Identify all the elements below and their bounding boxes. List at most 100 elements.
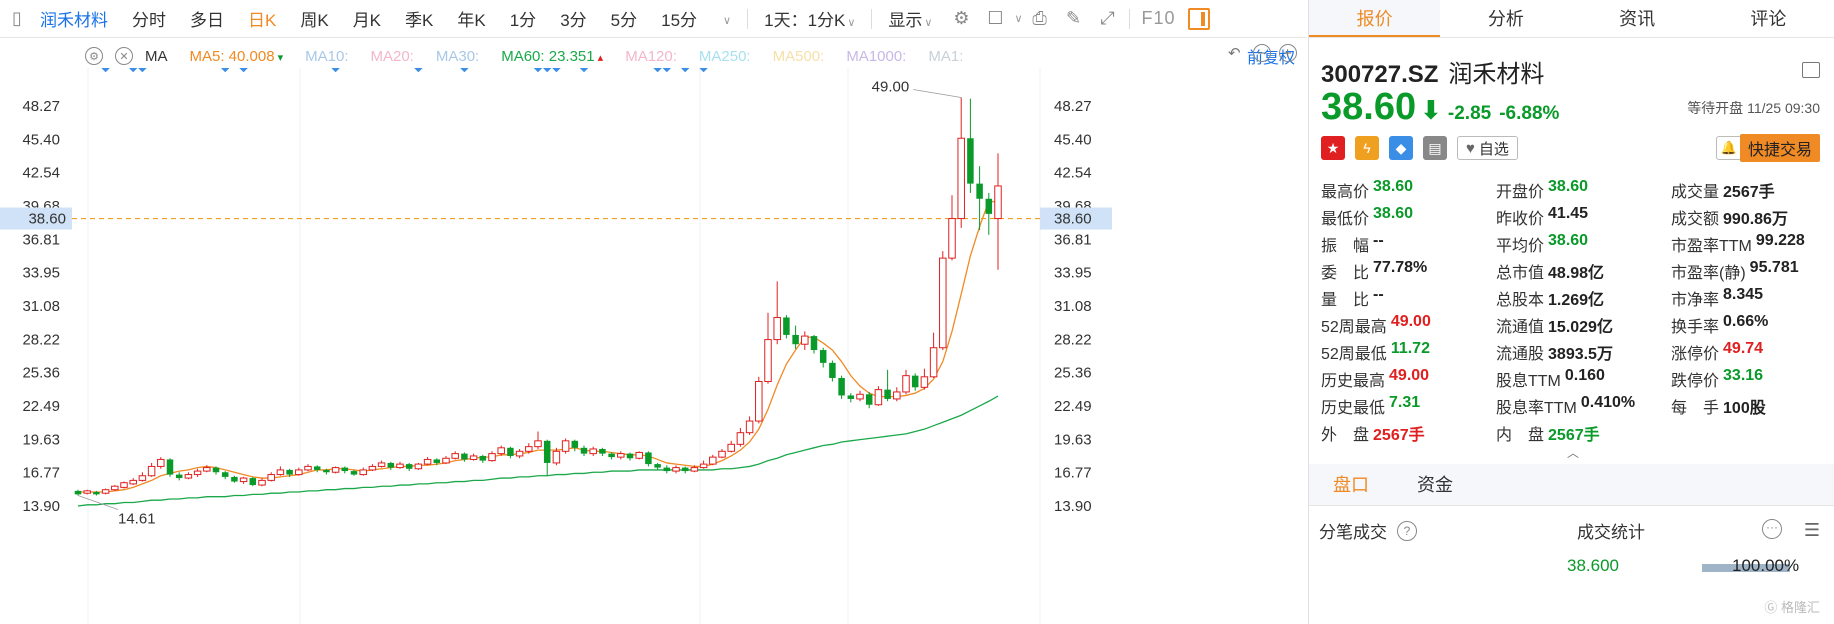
camera-icon[interactable]: ⎙ — [1026, 5, 1054, 33]
period-tab[interactable]: 年K — [445, 6, 497, 31]
ma-legend-item[interactable]: MA10: — [305, 48, 348, 65]
period-tab[interactable]: 多日 — [178, 6, 236, 31]
period-tab[interactable]: 周K — [288, 6, 340, 31]
signal-marker — [128, 68, 138, 73]
period-tab[interactable]: 季K — [393, 6, 445, 31]
ma-indicator-select[interactable]: MA — [145, 48, 168, 65]
period-tab[interactable]: 5分 — [599, 6, 649, 31]
candle-body — [810, 336, 818, 351]
right-panel-toggle-icon[interactable] — [1187, 7, 1210, 30]
period-tab[interactable]: 月K — [341, 6, 393, 31]
draw-rect-icon[interactable]: ☐ — [981, 5, 1009, 33]
sidebar-toggle-icon[interactable]: ▯ — [3, 5, 31, 33]
stat-value: 41.45 — [1548, 204, 1589, 222]
candle-body — [129, 479, 137, 485]
lightning-icon[interactable]: ϟ — [1355, 136, 1379, 160]
stat-cell: 量 比 -- — [1321, 286, 1496, 310]
chevron-down-icon: ∨ — [847, 17, 856, 29]
ma-close-icon[interactable]: ✕ — [115, 47, 133, 65]
candle-body — [599, 448, 606, 454]
y-tick-label-left: 19.63 — [22, 431, 60, 448]
fullscreen-icon[interactable]: ⤢ — [1094, 5, 1122, 33]
period-tabs: 分时 多日 日K 周K 月K 季K 年K 1分 3分 5分 15分 — [120, 6, 709, 31]
period-tab[interactable]: 日K — [236, 6, 288, 31]
period-tab[interactable]: 15分 — [649, 6, 709, 31]
sub-tab-1[interactable]: 资金 — [1393, 464, 1477, 505]
add-watchlist-button[interactable]: ♥ 自选 — [1457, 136, 1518, 160]
candle-body — [341, 467, 349, 472]
ma-legend-item[interactable]: MA250: — [699, 48, 751, 65]
stat-value: 7.31 — [1389, 393, 1421, 411]
candle-body — [83, 490, 91, 494]
sub-tab-0[interactable]: 盘口 — [1309, 464, 1393, 505]
stats-row: 历史最低 7.31 股息率TTM 0.410% 每 手 100股 — [1321, 392, 1829, 419]
candle-body — [276, 469, 285, 476]
signal-marker — [101, 68, 110, 73]
candle-body — [442, 457, 450, 464]
stat-cell: 流通值 15.029亿 — [1496, 313, 1671, 337]
ma-legend-item[interactable]: MA500: — [773, 48, 825, 65]
quick-trade-button[interactable]: 快捷交易 — [1739, 134, 1820, 162]
display-dropdown[interactable]: 显示 ∨ — [876, 6, 944, 31]
period-tab[interactable]: 1分 — [498, 6, 548, 31]
period-tab[interactable]: 分时 — [120, 6, 178, 31]
stat-label: 市盈率(静) — [1671, 264, 1746, 282]
tab-1[interactable]: 分析 — [1440, 0, 1571, 37]
candle-body — [645, 452, 652, 465]
stat-label: 成交额 — [1671, 210, 1720, 228]
pencil-icon[interactable]: ✎ — [1060, 5, 1088, 33]
trade-price: 38.600 — [1567, 556, 1619, 575]
y-tick-label-left: 45.40 — [22, 131, 60, 148]
chevron-down-icon[interactable]: ∨ — [1014, 12, 1022, 25]
top-toolbar: ▯ 润禾材料 分时 多日 日K 周K 月K 季K 年K 1分 3分 5分 15分 ∨ 1天：1分K ∨… — [0, 0, 1307, 38]
tag-icon[interactable]: ◆ — [1389, 136, 1413, 160]
zoom-in-icon[interactable]: + — [1278, 44, 1297, 62]
stat-cell: 总市值 48.98亿 — [1496, 259, 1671, 283]
stat-cell: 市盈率(静) 95.781 — [1671, 259, 1829, 283]
menu-icon[interactable]: ☰ — [1804, 520, 1820, 541]
zoom-out-icon[interactable]: − — [1252, 44, 1271, 62]
tab-2[interactable]: 资讯 — [1572, 0, 1703, 37]
ma-settings-icon[interactable]: ⚙ — [85, 47, 103, 65]
price-line: 38.60 ⬇ -2.85 -6.88% — [1321, 86, 1567, 129]
candle-body — [773, 316, 781, 341]
ma-legend-item[interactable]: MA20: — [371, 48, 414, 65]
stat-label: 外 盘 — [1321, 426, 1370, 444]
bookmark-icon[interactable]: ▤ — [1423, 136, 1447, 160]
f10-button[interactable]: F10 — [1134, 8, 1184, 29]
ma-legend-item[interactable]: MA120: — [625, 48, 677, 65]
bell-icon[interactable]: 🔔 — [1716, 136, 1742, 160]
ma-legend-item[interactable]: MA1: — [928, 48, 963, 65]
divider — [1128, 8, 1130, 29]
stat-label: 昨收价 — [1496, 210, 1545, 228]
layout-icon[interactable] — [1802, 62, 1820, 78]
stat-value: 2567手 — [1373, 426, 1425, 444]
interval-select[interactable]: 1天：1分K ∨ — [752, 6, 867, 31]
undo-icon[interactable]: ↶ — [1228, 44, 1241, 62]
quote-stats: 最高价 38.60 开盘价 38.60 成交量 2567手 最低价 38.60 昨收价 41.45… — [1321, 176, 1829, 446]
more-icon[interactable]: ··· — [1762, 519, 1782, 539]
candle-body — [423, 458, 432, 465]
ma-legend-item[interactable]: MA30: — [436, 48, 479, 65]
stock-name-tab[interactable]: 润禾材料 — [34, 6, 120, 31]
ma-legend-item[interactable]: MA1000: — [846, 48, 906, 65]
tab-0[interactable]: 报价 — [1309, 0, 1441, 37]
ma-legend-item[interactable]: MA5: 40.008 ▾ — [190, 48, 284, 65]
signal-marker — [460, 68, 469, 73]
ma-legend-item[interactable]: MA60: 23.351 ▴ — [501, 48, 603, 65]
period-more-dropdown[interactable]: ∨ — [709, 9, 743, 29]
max-annotation-line — [913, 89, 962, 98]
china-flag-icon[interactable]: ★ — [1321, 136, 1345, 160]
settings-gear-icon[interactable]: ⚙ — [947, 5, 975, 33]
candle-body — [939, 257, 947, 349]
period-tab[interactable]: 3分 — [548, 6, 598, 31]
y-tick-label-right: 28.22 — [1054, 331, 1092, 348]
stats-row: 外 盘 2567手内 盘 2567手 — [1321, 419, 1829, 446]
stat-cell: 振 幅 -- — [1321, 232, 1496, 256]
collapse-caret-icon[interactable]: ︿ — [1567, 444, 1579, 461]
candle-body — [221, 472, 229, 477]
kline-chart[interactable]: 48.27 48.2745.40 45.4042.54 42.5439.68 39.68… — [0, 68, 1307, 624]
candle-body — [267, 474, 275, 481]
tab-3[interactable]: 评论 — [1703, 0, 1834, 37]
help-icon[interactable]: ? — [1397, 520, 1417, 541]
